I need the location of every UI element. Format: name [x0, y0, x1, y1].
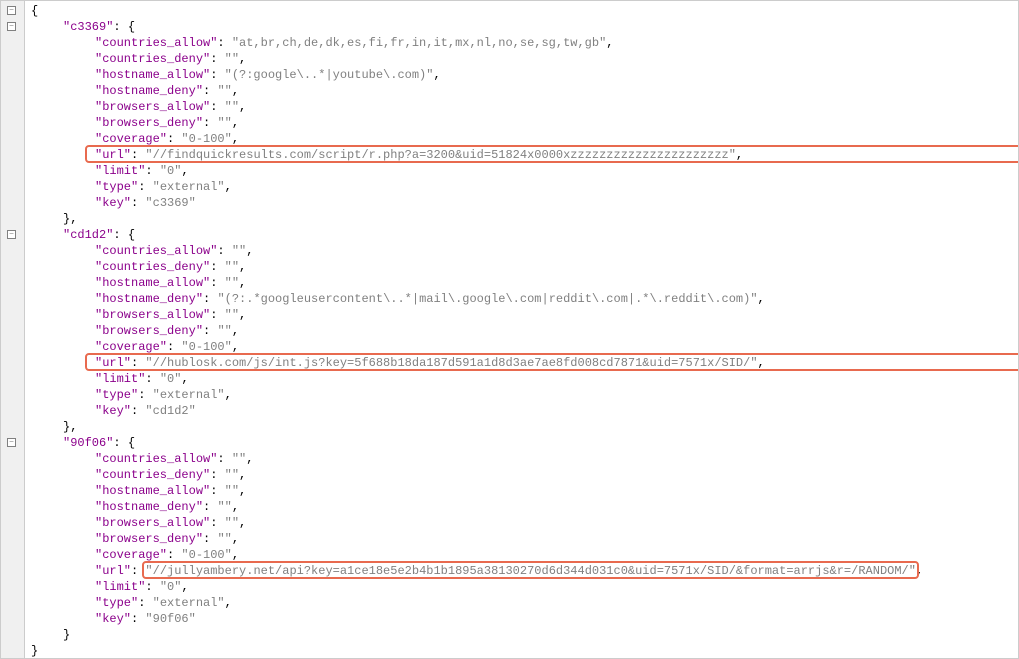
- code-line: "hostname_deny": "",: [31, 499, 1018, 515]
- fold-toggle[interactable]: −: [7, 22, 16, 31]
- code-line: }: [31, 627, 1018, 643]
- fold-toggle[interactable]: −: [7, 438, 16, 447]
- code-line: "hostname_deny": "",: [31, 83, 1018, 99]
- code-line: "key": "cd1d2": [31, 403, 1018, 419]
- code-line: {: [31, 3, 1018, 19]
- code-line: "limit": "0",: [31, 579, 1018, 595]
- code-line: }: [31, 643, 1018, 658]
- code-line: },: [31, 211, 1018, 227]
- code-line: "countries_deny": "",: [31, 467, 1018, 483]
- code-line: "90f06": {: [31, 435, 1018, 451]
- code-line: "countries_allow": "",: [31, 243, 1018, 259]
- code-line: "coverage": "0-100",: [31, 131, 1018, 147]
- code-line: "url": "//hublosk.com/js/int.js?key=5f68…: [31, 355, 1018, 371]
- code-line: "hostname_allow": "(?:google\..*|youtube…: [31, 67, 1018, 83]
- code-line: "key": "90f06": [31, 611, 1018, 627]
- code-line: "url": "//jullyambery.net/api?key=a1ce18…: [31, 563, 1018, 579]
- code-line: "hostname_allow": "",: [31, 483, 1018, 499]
- code-line: "type": "external",: [31, 595, 1018, 611]
- code-line: "cd1d2": {: [31, 227, 1018, 243]
- code-line: "limit": "0",: [31, 163, 1018, 179]
- code-line: "countries_deny": "",: [31, 259, 1018, 275]
- code-line: "hostname_allow": "",: [31, 275, 1018, 291]
- code-line: "limit": "0",: [31, 371, 1018, 387]
- code-line: "coverage": "0-100",: [31, 547, 1018, 563]
- code-line: "countries_allow": "",: [31, 451, 1018, 467]
- code-area: {"c3369": {"countries_allow": "at,br,ch,…: [25, 1, 1018, 658]
- code-line: "countries_deny": "",: [31, 51, 1018, 67]
- code-line: "browsers_deny": "",: [31, 115, 1018, 131]
- code-line: "hostname_deny": "(?:.*googleusercontent…: [31, 291, 1018, 307]
- code-line: "key": "c3369": [31, 195, 1018, 211]
- code-line: },: [31, 419, 1018, 435]
- code-line: "url": "//findquickresults.com/script/r.…: [31, 147, 1018, 163]
- code-line: "browsers_deny": "",: [31, 531, 1018, 547]
- code-line: "browsers_allow": "",: [31, 99, 1018, 115]
- code-line: "countries_allow": "at,br,ch,de,dk,es,fi…: [31, 35, 1018, 51]
- code-line: "browsers_allow": "",: [31, 307, 1018, 323]
- fold-toggle[interactable]: −: [7, 230, 16, 239]
- code-line: "c3369": {: [31, 19, 1018, 35]
- code-line: "type": "external",: [31, 387, 1018, 403]
- code-line: "browsers_allow": "",: [31, 515, 1018, 531]
- code-line: "browsers_deny": "",: [31, 323, 1018, 339]
- code-line: "type": "external",: [31, 179, 1018, 195]
- code-line: "coverage": "0-100",: [31, 339, 1018, 355]
- fold-gutter: − − − −: [1, 1, 25, 658]
- fold-toggle[interactable]: −: [7, 6, 16, 15]
